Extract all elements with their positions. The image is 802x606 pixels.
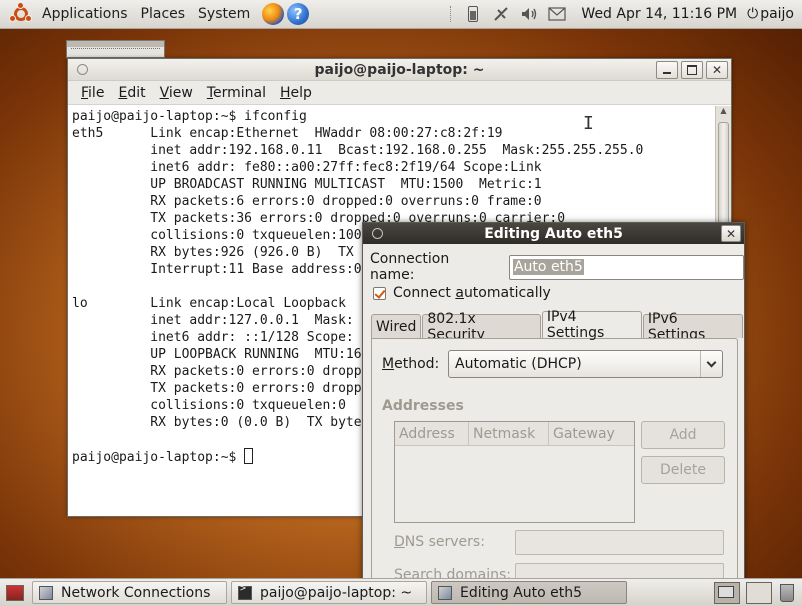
network-icon[interactable] bbox=[490, 4, 512, 24]
add-address-button[interactable]: Add bbox=[641, 421, 725, 449]
tab-ipv4-settings[interactable]: IPv4 Settings bbox=[541, 309, 642, 341]
window-menu-icon[interactable] bbox=[77, 64, 88, 75]
top-panel: Applications Places System ? Wed Apr 14,… bbox=[0, 0, 802, 29]
workspace-1[interactable] bbox=[714, 581, 740, 604]
connection-name-row: Connection name: Auto eth5 bbox=[370, 251, 744, 283]
taskbar-editing-dialog[interactable]: Editing Auto eth5 bbox=[431, 581, 627, 604]
connect-automatically-label: Connect automatically bbox=[393, 285, 551, 301]
ibeam-cursor-icon: I bbox=[583, 113, 594, 134]
taskbar-terminal[interactable]: paijo@paijo-laptop: ~ bbox=[231, 581, 427, 604]
taskbar-network-connections[interactable]: Network Connections bbox=[32, 581, 227, 604]
text-cursor bbox=[244, 448, 254, 464]
dialog-titlebar[interactable]: Editing Auto eth5 ✕ bbox=[363, 223, 744, 244]
tab-ipv6-settings[interactable]: IPv6 Settings bbox=[642, 311, 744, 343]
terminal-titlebar[interactable]: paijo@paijo-laptop: ~ ✕ bbox=[68, 59, 731, 81]
terminal-prompt: paijo@paijo-laptop:~$ bbox=[72, 450, 245, 465]
terminal-title: paijo@paijo-laptop: ~ bbox=[314, 61, 485, 78]
method-select[interactable]: Automatic (DHCP) bbox=[448, 350, 723, 378]
background-window-thumbnail[interactable] bbox=[66, 40, 165, 58]
terminal-icon bbox=[238, 583, 252, 600]
connection-name-input[interactable]: Auto eth5 bbox=[508, 254, 744, 280]
file-menu[interactable]: File bbox=[74, 85, 111, 101]
method-value: Automatic (DHCP) bbox=[455, 356, 582, 372]
minimize-button[interactable] bbox=[656, 60, 678, 79]
connect-automatically-checkbox[interactable] bbox=[373, 286, 386, 300]
taskbar-label: Network Connections bbox=[61, 584, 211, 601]
settings-tabs: Wired 802.1x Security IPv4 Settings IPv6… bbox=[371, 309, 744, 343]
edit-menu[interactable]: Edit bbox=[111, 85, 152, 101]
editing-connection-dialog[interactable]: Editing Auto eth5 ✕ Connection name: Aut… bbox=[362, 222, 745, 584]
show-desktop-icon[interactable] bbox=[6, 584, 24, 601]
terminal-menu[interactable]: Terminal bbox=[200, 85, 273, 101]
applications-menu[interactable]: Applications bbox=[38, 6, 137, 22]
user-menu[interactable]: paijo bbox=[760, 6, 794, 22]
dns-servers-input[interactable] bbox=[515, 530, 724, 555]
addresses-table[interactable]: Address Netmask Gateway bbox=[394, 421, 635, 523]
column-netmask[interactable]: Netmask bbox=[469, 422, 549, 445]
trash-icon[interactable] bbox=[780, 583, 794, 602]
scroll-up-arrow-icon[interactable]: ▲ bbox=[716, 106, 731, 120]
workspace-2[interactable] bbox=[746, 581, 772, 604]
addresses-table-header: Address Netmask Gateway bbox=[395, 422, 634, 446]
terminal-line: RX packets:6 errors:0 dropped:0 overruns… bbox=[72, 194, 542, 209]
taskbar-label: paijo@paijo-laptop: ~ bbox=[260, 584, 413, 601]
taskbar-label: Editing Auto eth5 bbox=[460, 584, 583, 601]
terminal-line: inet addr:192.168.0.11 Bcast:192.168.0.2… bbox=[72, 143, 644, 158]
ubuntu-logo-icon[interactable] bbox=[9, 2, 32, 25]
view-menu[interactable]: View bbox=[153, 85, 200, 101]
system-menu[interactable]: System bbox=[194, 6, 259, 22]
close-button[interactable]: ✕ bbox=[706, 60, 728, 79]
tray-separator bbox=[450, 6, 453, 22]
dialog-title: Editing Auto eth5 bbox=[484, 225, 623, 242]
network-connections-icon bbox=[438, 585, 452, 600]
bottom-panel: Network Connections paijo@paijo-laptop: … bbox=[0, 578, 802, 606]
mail-icon[interactable] bbox=[546, 4, 568, 24]
tab-wired[interactable]: Wired bbox=[371, 314, 422, 338]
column-gateway[interactable]: Gateway bbox=[549, 422, 634, 445]
delete-address-button[interactable]: Delete bbox=[641, 456, 725, 484]
terminal-line: paijo@paijo-laptop:~$ ifconfig bbox=[72, 109, 307, 124]
terminal-line: UP BROADCAST RUNNING MULTICAST MTU:1500 … bbox=[72, 177, 542, 192]
clock[interactable]: Wed Apr 14, 11:16 PM bbox=[571, 6, 747, 22]
firefox-icon[interactable] bbox=[262, 3, 285, 25]
chevron-down-icon bbox=[700, 351, 722, 377]
help-icon[interactable]: ? bbox=[287, 3, 310, 25]
maximize-button[interactable] bbox=[681, 60, 703, 79]
terminal-menubar: File Edit View Terminal Help bbox=[68, 81, 731, 105]
volume-icon[interactable] bbox=[518, 4, 540, 24]
column-address[interactable]: Address bbox=[395, 422, 469, 445]
network-connections-icon bbox=[39, 585, 53, 600]
addresses-section-label: Addresses bbox=[382, 398, 464, 414]
dialog-close-button[interactable]: ✕ bbox=[721, 225, 741, 242]
terminal-line: inet6 addr: fe80::a00:27ff:fec8:2f19/64 … bbox=[72, 160, 542, 175]
help-menu[interactable]: Help bbox=[273, 85, 319, 101]
connect-automatically-row[interactable]: Connect automatically bbox=[373, 285, 551, 301]
method-row: Method: Automatic (DHCP) bbox=[382, 350, 723, 378]
dns-servers-label: DNS servers: bbox=[394, 534, 485, 550]
connection-name-label: Connection name: bbox=[370, 251, 450, 283]
battery-icon[interactable] bbox=[462, 4, 484, 24]
terminal-line: eth5 Link encap:Ethernet HWaddr 08:00:27… bbox=[72, 126, 503, 141]
power-icon[interactable]: ⏻ bbox=[747, 6, 758, 22]
method-label: Method: bbox=[382, 356, 440, 372]
tab-8021x-security[interactable]: 802.1x Security bbox=[422, 311, 541, 343]
places-menu[interactable]: Places bbox=[137, 6, 195, 22]
connection-name-value: Auto eth5 bbox=[512, 259, 584, 275]
window-menu-icon[interactable] bbox=[372, 228, 383, 239]
